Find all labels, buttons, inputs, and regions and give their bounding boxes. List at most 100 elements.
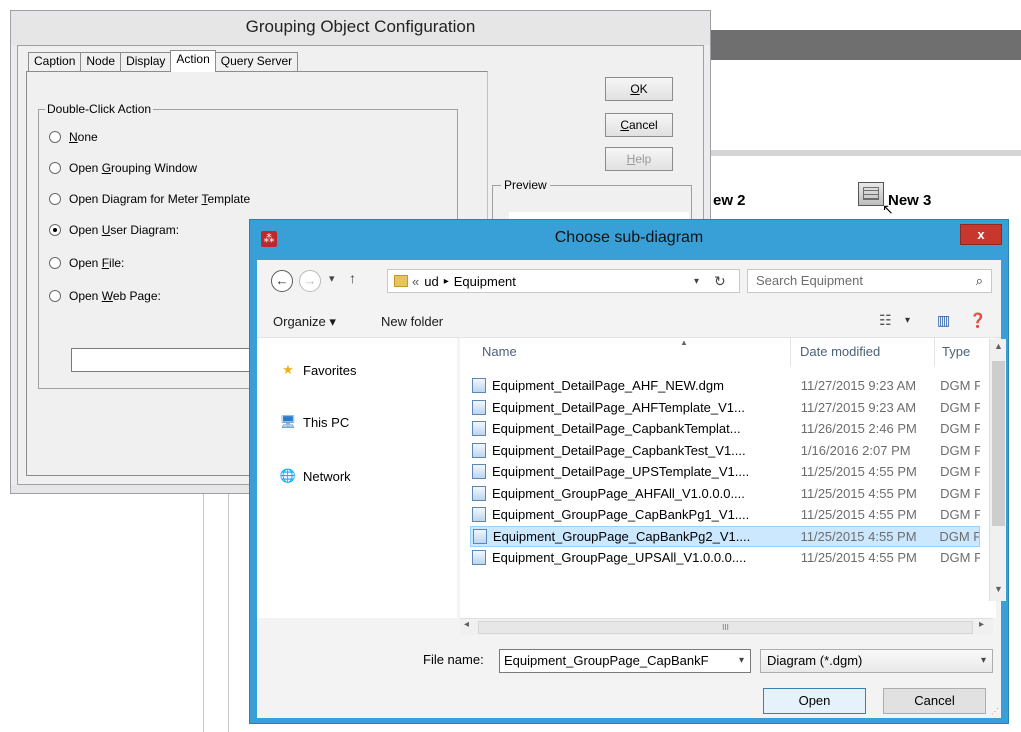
- dialog-title-bar: ⁂ Choose sub-diagram x: [250, 220, 1008, 260]
- radio-icon[interactable]: [49, 290, 61, 302]
- breadcrumb-separator[interactable]: ▸: [444, 276, 449, 287]
- file-type: DGM F: [940, 421, 980, 436]
- option-open-file[interactable]: Open File:: [49, 256, 124, 270]
- file-icon: [472, 485, 486, 501]
- breadcrumb-ud[interactable]: ud: [424, 274, 438, 289]
- back-arrow-icon[interactable]: ←: [271, 270, 293, 292]
- new-folder-button[interactable]: New folder: [381, 314, 443, 329]
- background-item-new3-label[interactable]: New 3: [888, 192, 931, 209]
- column-header-date[interactable]: Date modified: [800, 338, 880, 366]
- file-name: Equipment_GroupPage_CapBankPg2_V1....: [492, 528, 751, 544]
- preview-pane-icon[interactable]: ▥: [937, 312, 950, 329]
- option-open-user-diagram[interactable]: Open User Diagram:: [49, 223, 179, 237]
- tab-query-server[interactable]: Query Server: [214, 52, 299, 71]
- scroll-right-icon[interactable]: ▸: [979, 619, 984, 630]
- radio-icon[interactable]: [49, 193, 61, 205]
- nav-label: Favorites: [303, 362, 357, 378]
- radio-icon[interactable]: [49, 224, 61, 236]
- search-input[interactable]: Search Equipment ⌕: [747, 269, 992, 293]
- choose-sub-diagram-dialog: ⁂ Choose sub-diagram x ← → ▾ ↑ « ud ▸ Eq…: [249, 219, 1009, 724]
- view-options-icon[interactable]: ☷: [879, 312, 892, 329]
- option-open-diagram-for-meter-template[interactable]: Open Diagram for Meter Template: [49, 192, 250, 206]
- organize-menu[interactable]: Organize ▾: [273, 314, 336, 330]
- help-icon[interactable]: ❓: [969, 312, 986, 329]
- breadcrumb-equipment[interactable]: Equipment: [454, 274, 516, 289]
- ok-button[interactable]: OK: [605, 77, 673, 101]
- option-none[interactable]: None: [49, 130, 98, 144]
- column-header-type[interactable]: Type: [942, 338, 970, 366]
- address-dropdown-icon[interactable]: ▾: [694, 276, 699, 287]
- file-name: Equipment_GroupPage_CapBankPg1_V1....: [491, 507, 750, 522]
- breadcrumb-prefix[interactable]: «: [412, 274, 419, 289]
- file-name: Equipment_DetailPage_AHFTemplate_V1...: [491, 399, 745, 415]
- file-icon: [472, 378, 486, 393]
- tab-display[interactable]: Display: [120, 52, 172, 71]
- nav-item-this-pc[interactable]: 🖥 This PC: [279, 414, 350, 430]
- open-button[interactable]: Open: [763, 688, 866, 714]
- refresh-icon[interactable]: ↻: [714, 273, 726, 290]
- file-icon: [472, 507, 486, 522]
- cancel-button[interactable]: Cancel: [883, 688, 986, 714]
- option-open-grouping-window[interactable]: Open Grouping Window: [49, 161, 197, 175]
- chevron-down-icon[interactable]: ▾: [981, 650, 986, 672]
- background-item-new2-label[interactable]: ew 2: [713, 192, 746, 209]
- dialog-title: Choose sub-diagram: [554, 229, 704, 246]
- file-name: Equipment_DetailPage_UPSTemplate_V1....: [491, 464, 750, 479]
- option-label: Open Diagram for Meter Template: [69, 192, 251, 206]
- toolbar: Organize ▾ New folder ☷ ▾ ▥ ❓: [257, 304, 1001, 338]
- scroll-thumb[interactable]: III: [478, 621, 973, 634]
- file-type: DGM F: [940, 550, 980, 565]
- file-row[interactable]: Equipment_DetailPage_AHFTemplate_V1... 11…: [470, 397, 980, 418]
- up-arrow-icon[interactable]: ↑: [349, 270, 356, 286]
- file-date-modified: 1/16/2016 2:07 PM: [800, 442, 911, 458]
- file-name-label: File name:: [423, 652, 484, 667]
- search-icon[interactable]: ⌕: [976, 270, 983, 292]
- scroll-left-icon[interactable]: ◂: [464, 619, 469, 630]
- preview-label: Preview: [501, 178, 550, 192]
- file-row[interactable]: Equipment_DetailPage_AHF_NEW.dgm 11/27/20…: [470, 375, 980, 396]
- file-row[interactable]: Equipment_DetailPage_CapbankTemplat... 11…: [470, 418, 980, 439]
- file-row[interactable]: Equipment_DetailPage_UPSTemplate_V1.... 1…: [470, 461, 980, 482]
- file-type: DGM F: [940, 464, 980, 479]
- tab-action[interactable]: Action: [170, 50, 216, 72]
- horizontal-scrollbar[interactable]: ◂ III ▸: [460, 618, 993, 635]
- chevron-down-icon[interactable]: ▾: [739, 650, 744, 672]
- column-separator[interactable]: [790, 338, 791, 366]
- nav-item-network[interactable]: 🌐 Network: [279, 468, 351, 484]
- mouse-cursor-icon: ↖: [882, 201, 894, 217]
- file-list: ▲ Name Date modified Type Equipment_Deta…: [460, 338, 996, 618]
- file-row[interactable]: Equipment_GroupPage_CapBankPg1_V1.... 11/…: [470, 504, 980, 525]
- file-name: Equipment_DetailPage_AHF_NEW.dgm: [491, 378, 724, 393]
- tab-caption[interactable]: Caption: [28, 52, 82, 71]
- option-open-web-page[interactable]: Open Web Page:: [49, 289, 161, 303]
- file-type-select[interactable]: Diagram (*.dgm) ▾: [760, 649, 993, 673]
- file-row[interactable]: Equipment_GroupPage_CapBankPg2_V1.... 11/…: [470, 525, 980, 547]
- help-button[interactable]: Help: [605, 147, 673, 171]
- view-dropdown-icon[interactable]: ▾: [905, 315, 910, 326]
- nav-item-favorites[interactable]: ★ Favorites: [279, 362, 356, 378]
- file-name-input[interactable]: Equipment_GroupPage_CapBankF ▾: [499, 649, 751, 673]
- folder-icon: [394, 275, 408, 287]
- file-row[interactable]: Equipment_DetailPage_CapbankTest_V1.... 1…: [470, 440, 980, 461]
- close-button[interactable]: x: [960, 224, 1002, 245]
- resize-grip-icon[interactable]: ⋰: [991, 707, 999, 716]
- radio-icon[interactable]: [49, 131, 61, 143]
- cancel-button[interactable]: Cancel: [605, 113, 673, 137]
- radio-icon[interactable]: [49, 162, 61, 174]
- file-name: Equipment_GroupPage_AHFAll_V1.0.0.0....: [491, 485, 745, 501]
- forward-arrow-icon[interactable]: →: [299, 270, 321, 292]
- file-date-modified: 11/26/2015 2:46 PM: [800, 421, 917, 436]
- scroll-up-icon[interactable]: ▲: [990, 341, 1007, 351]
- scroll-down-icon[interactable]: ▼: [990, 584, 1007, 594]
- file-row[interactable]: Equipment_GroupPage_AHFAll_V1.0.0.0.... 1…: [470, 483, 980, 504]
- recent-locations-chevron-icon[interactable]: ▾: [329, 272, 335, 285]
- vertical-scrollbar[interactable]: ▲ ▼: [989, 339, 1006, 601]
- radio-icon[interactable]: [49, 257, 61, 269]
- scroll-thumb[interactable]: [992, 361, 1005, 526]
- column-separator[interactable]: [934, 338, 935, 366]
- address-bar[interactable]: « ud ▸ Equipment ▾ ↻: [387, 269, 740, 293]
- file-row[interactable]: Equipment_GroupPage_UPSAll_V1.0.0.0.... 1…: [470, 547, 980, 568]
- tab-node[interactable]: Node: [80, 52, 122, 71]
- column-header-name[interactable]: Name: [482, 338, 517, 366]
- grid-icon[interactable]: [858, 182, 884, 206]
